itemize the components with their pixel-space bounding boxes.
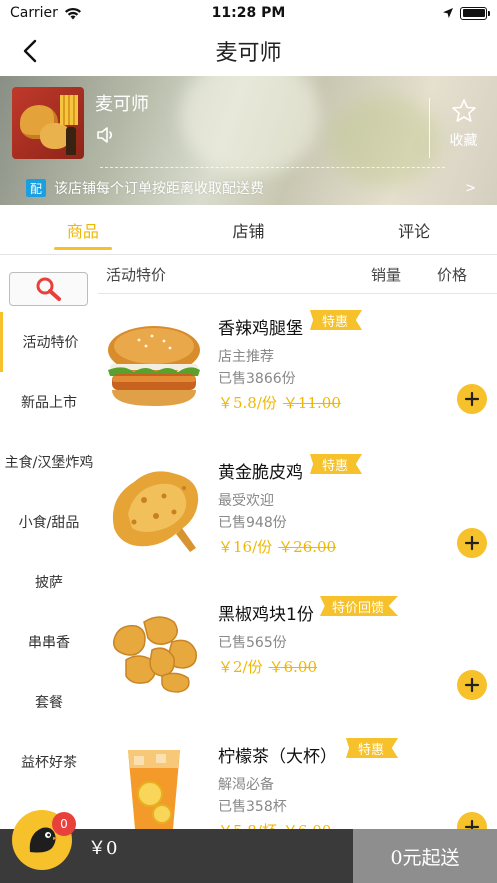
current-price: ￥2/份 [218,658,263,676]
category-item[interactable]: 新品上市 [0,372,98,432]
battery-icon [460,6,490,20]
search-button[interactable] [9,272,88,306]
product-desc: 店主推荐 [218,349,274,365]
tab-products[interactable]: 商品 [0,205,166,254]
checkout-button[interactable]: 0元起送 [353,829,497,883]
list-header: 活动特价 销量 价格 [98,256,497,294]
search-icon [36,277,61,301]
sort-by-price[interactable]: 价格 [437,264,497,285]
product-item[interactable]: 黑椒鸡块1份 特价回馈 已售565份 ￥2/份 ￥6.00 [98,592,497,734]
location-arrow-icon [443,8,453,18]
shop-name: 麦可师 [95,94,149,115]
back-chevron-icon[interactable] [18,38,44,64]
promo-tag: 特价回馈 [320,596,399,616]
product-sold: 已售358杯 [218,799,287,815]
cart-total: ￥0 [88,838,118,859]
category-sidebar: 活动特价 新品上市 主食/汉堡炸鸡 小食/甜品 披萨 串串香 套餐 益杯好茶 [0,256,98,829]
product-item[interactable]: 黄金脆皮鸡 特惠 最受欢迎 已售948份 ￥16/份 ￥26.00 [98,450,497,592]
product-name: 柠檬茶（大杯） [218,747,337,767]
divider [100,167,445,168]
notice-text: 该店铺每个订单按距离收取配送费 [54,181,264,197]
page-title: 麦可师 [215,41,282,66]
product-desc: 解渴必备 [218,777,274,793]
plus-icon [464,535,480,551]
delivery-tag: 配 [26,179,46,197]
category-item[interactable]: 串串香 [0,612,98,672]
burger-image [108,326,200,406]
product-price: ￥16/份 ￥26.00 [218,536,336,557]
promo-tag: 特惠 [346,738,399,758]
original-price: ￥11.00 [282,394,341,412]
category-item[interactable]: 主食/汉堡炸鸡 [0,432,98,492]
product-sold: 已售3866份 [218,371,296,387]
category-item[interactable]: 益杯好茶 [0,732,98,792]
section-title: 活动特价 [106,266,167,284]
product-item[interactable]: 香辣鸡腿堡 特惠 店主推荐 已售3866份 ￥5.8/份 ￥11.00 [98,306,497,448]
sort-by-sales[interactable]: 销量 [371,264,437,285]
shop-logo [12,87,84,159]
star-icon [451,99,476,122]
plus-icon [464,677,480,693]
category-item[interactable]: 小食/甜品 [0,492,98,552]
tab-shop[interactable]: 店铺 [166,205,332,254]
current-price: ￥5.8/份 [218,394,277,412]
product-name: 黄金脆皮鸡 [218,463,303,483]
cart-bar: ￥0 0元起送 [0,829,497,883]
current-price: ￥16/份 [218,538,273,556]
status-bar: Carrier 11:28 PM [0,0,497,26]
tab-reviews[interactable]: 评论 [331,205,497,254]
lemon-tea-image [128,750,180,840]
product-sold: 已售948份 [218,515,287,531]
fried-chicken-image [112,471,199,552]
carrier-label: Carrier [10,5,58,21]
favorite-label: 收藏 [449,133,478,149]
speaker-icon[interactable] [95,124,117,146]
add-to-cart-button[interactable] [457,528,487,558]
delivery-notice[interactable]: 配 该店铺每个订单按距离收取配送费 > [26,178,476,198]
cart-count-badge: 0 [52,812,76,836]
product-name: 香辣鸡腿堡 [218,319,303,339]
add-to-cart-button[interactable] [457,670,487,700]
original-price: ￥6.00 [268,658,318,676]
add-to-cart-button[interactable] [457,384,487,414]
product-sold: 已售565份 [218,635,287,651]
promo-tag: 特惠 [310,454,363,474]
wifi-icon [64,7,81,19]
product-name: 黑椒鸡块1份 [218,605,314,625]
tab-bar: 商品 店铺 评论 [0,205,497,255]
nav-bar: 麦可师 [0,26,497,76]
plus-icon [464,391,480,407]
product-price: ￥2/份 ￥6.00 [218,656,317,677]
favorite-button[interactable]: 收藏 [429,98,497,158]
category-item[interactable]: 活动特价 [0,312,98,372]
category-item[interactable]: 披萨 [0,552,98,612]
product-price: ￥5.8/份 ￥11.00 [218,392,341,413]
chevron-right-icon: > [465,180,476,196]
product-desc: 最受欢迎 [218,493,274,509]
original-price: ￥26.00 [278,538,337,556]
category-item[interactable]: 套餐 [0,672,98,732]
chicken-nuggets-image [112,616,197,693]
shop-header: 麦可师 收藏 配 该店铺每个订单按距离收取配送费 > [0,76,497,205]
promo-tag: 特惠 [310,310,363,330]
